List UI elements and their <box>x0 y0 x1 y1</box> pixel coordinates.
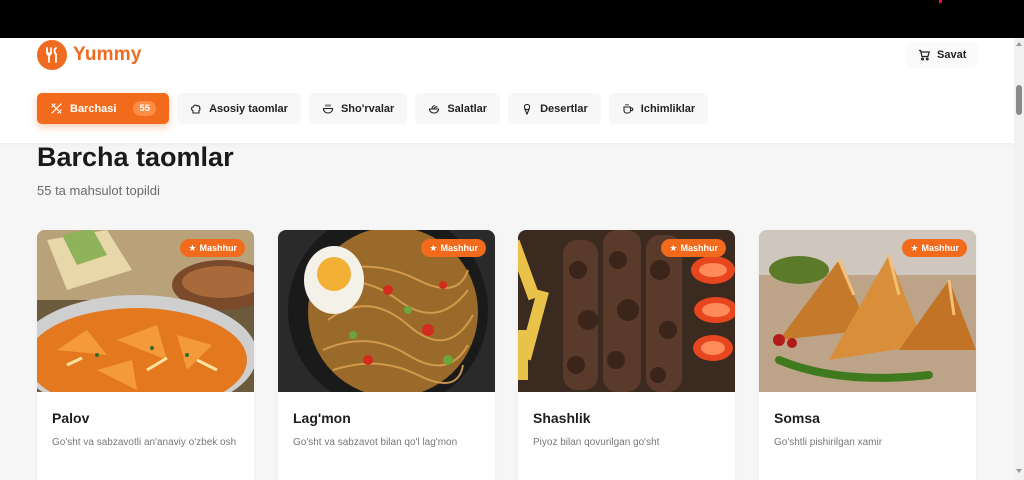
product-description: Go'sht va sabzavotli an'anaviy o'zbek os… <box>52 437 237 448</box>
popular-badge: ★ Mashhur <box>421 239 486 257</box>
tab-salatlar[interactable]: Salatlar <box>415 93 501 124</box>
product-name: Palov <box>52 410 90 426</box>
cart-button[interactable]: Savat <box>906 42 979 68</box>
product-card[interactable]: ★ Mashhur Lag'mon Go'sht va sabzavot bila… <box>278 230 495 480</box>
tab-label: Salatlar <box>447 102 488 115</box>
product-card[interactable]: ★ Mashhur Shashlik Piyoz bilan qovurilgan… <box>518 230 735 480</box>
product-description: Go'sht va sabzavot bilan qo'l lag'mon <box>293 437 458 448</box>
product-card[interactable]: ★ Mashhur Palov Go'sht va sabzavotli an'a… <box>37 230 254 480</box>
logo-text: Yummy <box>73 44 142 65</box>
scrollbar-thumb[interactable] <box>1016 85 1022 115</box>
tab-label: Sho'rvalar <box>340 102 395 115</box>
product-name: Somsa <box>774 410 820 426</box>
tab-desertlar[interactable]: Desertlar <box>508 93 601 124</box>
tab-label: Ichimliklar <box>640 102 696 115</box>
tab-shorvalar[interactable]: Sho'rvalar <box>308 93 408 124</box>
star-icon: ★ <box>429 242 438 253</box>
tab-barchasi[interactable]: Barchasi 55 <box>37 93 170 124</box>
salad-icon <box>429 104 440 114</box>
tab-label: Asosiy taomlar <box>209 102 288 115</box>
scroll-up-arrow-icon[interactable] <box>1016 42 1022 46</box>
popular-badge: ★ Mashhur <box>661 239 726 257</box>
cart-icon <box>919 49 930 61</box>
site-header: Yummy Savat Barchasi 55 Asosiy taomlar S… <box>0 38 1014 143</box>
utensils-logo-icon <box>37 40 67 70</box>
star-icon: ★ <box>188 242 197 253</box>
product-card[interactable]: ★ Mashhur Somsa Go'shtli pishirilgan xami… <box>759 230 976 480</box>
soup-icon <box>322 104 333 114</box>
tab-count-badge: 55 <box>133 101 157 116</box>
coffee-icon <box>623 103 634 114</box>
tab-label: Barchasi <box>70 102 117 115</box>
tab-label: Desertlar <box>540 102 588 115</box>
scroll-down-arrow-icon[interactable] <box>1016 469 1022 473</box>
browser-top-bar <box>0 0 1024 38</box>
star-icon: ★ <box>910 242 919 253</box>
popular-badge: ★ Mashhur <box>180 239 245 257</box>
cart-label: Savat <box>937 49 967 61</box>
vertical-scrollbar[interactable] <box>1014 38 1024 480</box>
logo[interactable]: Yummy <box>37 40 142 70</box>
chef-hat-icon <box>191 103 201 114</box>
page-title: Barcha taomlar <box>37 142 234 172</box>
category-tabs: Barchasi 55 Asosiy taomlar Sho'rvalar Sa… <box>37 93 709 124</box>
tab-asosiy-taomlar[interactable]: Asosiy taomlar <box>177 93 301 124</box>
product-description: Go'shtli pishirilgan xamir <box>774 437 883 448</box>
top-indicator <box>939 0 942 3</box>
product-name: Shashlik <box>533 410 591 426</box>
results-count: 55 ta mahsulot topildi <box>37 183 160 198</box>
product-description: Piyoz bilan qovurilgan go'sht <box>533 437 660 448</box>
ice-cream-icon <box>523 103 531 115</box>
tab-ichimliklar[interactable]: Ichimliklar <box>608 93 709 124</box>
star-icon: ★ <box>669 242 678 253</box>
utensils-crossed-icon <box>51 103 62 114</box>
product-name: Lag'mon <box>293 410 351 426</box>
popular-badge: ★ Mashhur <box>902 239 967 257</box>
